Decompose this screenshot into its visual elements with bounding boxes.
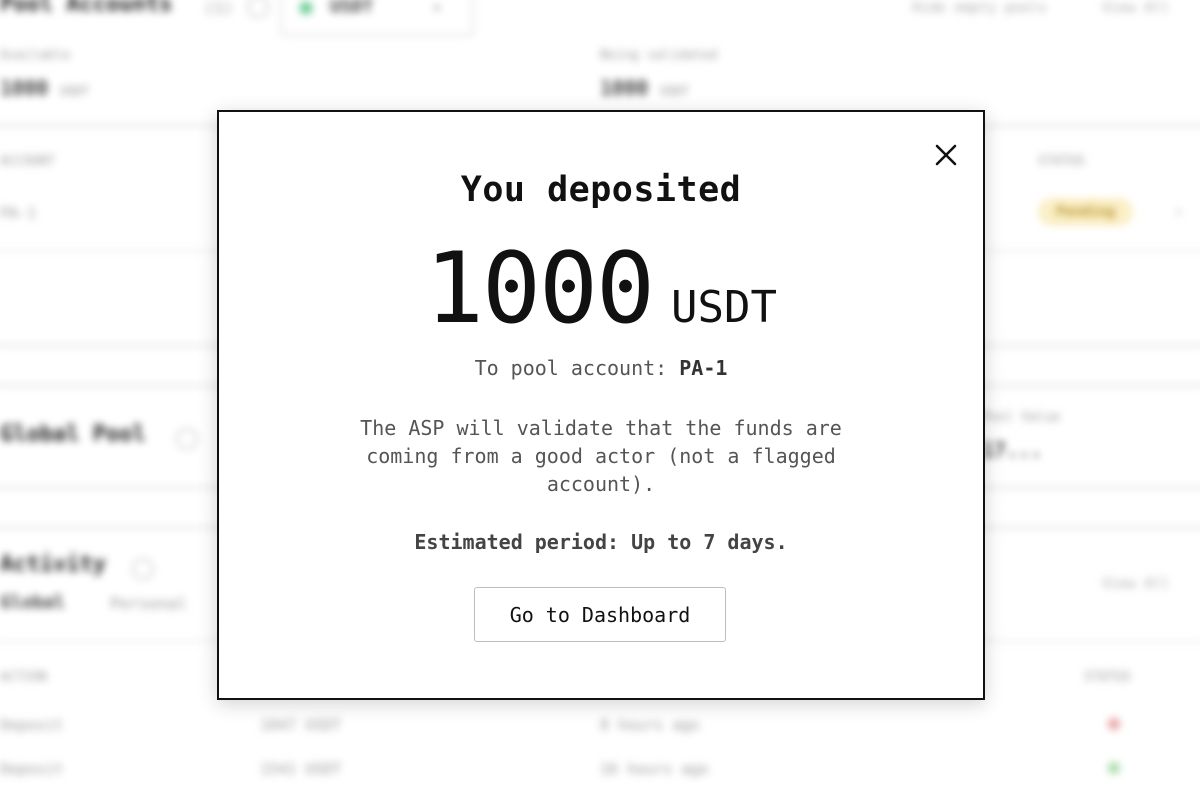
help-icon[interactable] xyxy=(132,558,154,580)
view-all-accounts-link[interactable]: View All xyxy=(1102,0,1169,16)
usdt-token-icon xyxy=(300,2,312,14)
activity-row-amount: 1541 USDT xyxy=(260,760,342,778)
asset-select[interactable]: USDT ▾ xyxy=(280,0,474,36)
account-row-name: PA-1 xyxy=(0,204,37,222)
activity-row-action: Deposit xyxy=(0,760,64,778)
pool-accounts-count: (1) xyxy=(204,0,233,17)
pool-account-name: PA-1 xyxy=(679,356,728,380)
pool-account-prefix: To pool account: xyxy=(474,356,668,380)
validation-description: The ASP will validate that the funds are… xyxy=(360,416,842,496)
pool-accounts-title: Pool Accounts xyxy=(0,0,173,17)
activity-row-time: 8 hours ago xyxy=(600,716,700,734)
col-status-header: STATUS xyxy=(1084,670,1131,685)
activity-tab-global[interactable]: Global xyxy=(0,592,65,613)
modal-title: You deposited xyxy=(460,170,742,210)
col-status-header: STATUS xyxy=(1038,154,1085,169)
deposit-amount: 1000 USDT xyxy=(219,240,983,338)
asset-select-value: USDT xyxy=(330,0,374,17)
activity-view-all-link[interactable]: View All xyxy=(1102,576,1169,592)
go-to-dashboard-button[interactable]: Go to Dashboard xyxy=(474,587,726,642)
deposit-success-modal: You deposited 1000 USDT To pool account:… xyxy=(217,110,985,700)
close-icon xyxy=(935,144,957,166)
col-action-header: ACTION xyxy=(0,670,47,685)
activity-row-amount: 1047 USDT xyxy=(260,716,342,734)
activity-tab-personal[interactable]: Personal xyxy=(110,594,187,613)
help-icon[interactable] xyxy=(247,0,269,18)
pool-account-line: To pool account: PA-1 xyxy=(219,356,983,380)
page: Pool Accounts (1) USDT ▾ Hide empty pool… xyxy=(0,0,1200,796)
global-pool-title: Global Pool xyxy=(0,422,146,447)
help-icon[interactable] xyxy=(176,428,198,450)
status-dot xyxy=(1108,762,1120,774)
hide-empty-link[interactable]: Hide empty pools xyxy=(912,0,1047,16)
close-button[interactable] xyxy=(933,142,959,168)
status-badge: Pending xyxy=(1038,198,1134,226)
available-value: 1000 USDT xyxy=(0,76,90,100)
pool-value-label: Pool Value xyxy=(982,410,1061,425)
estimated-period: Estimated period: Up to 7 days. xyxy=(414,530,788,554)
activity-row-action: Deposit xyxy=(0,716,64,734)
chevron-right-icon[interactable]: › xyxy=(1174,202,1184,221)
status-dot xyxy=(1108,718,1120,730)
amount-value: 1000 xyxy=(425,232,655,346)
chevron-down-icon: ▾ xyxy=(432,0,442,17)
activity-row-time: 16 hours ago xyxy=(600,760,709,778)
available-label: Available xyxy=(0,48,71,63)
activity-title: Activity xyxy=(0,552,106,577)
col-account-header: ACCOUNT xyxy=(0,154,55,169)
pool-value: 17... xyxy=(982,438,1043,462)
amount-unit: USDT xyxy=(671,282,777,333)
being-validated-value: 1000 USDT xyxy=(600,76,690,100)
being-validated-label: Being validated xyxy=(600,48,718,63)
